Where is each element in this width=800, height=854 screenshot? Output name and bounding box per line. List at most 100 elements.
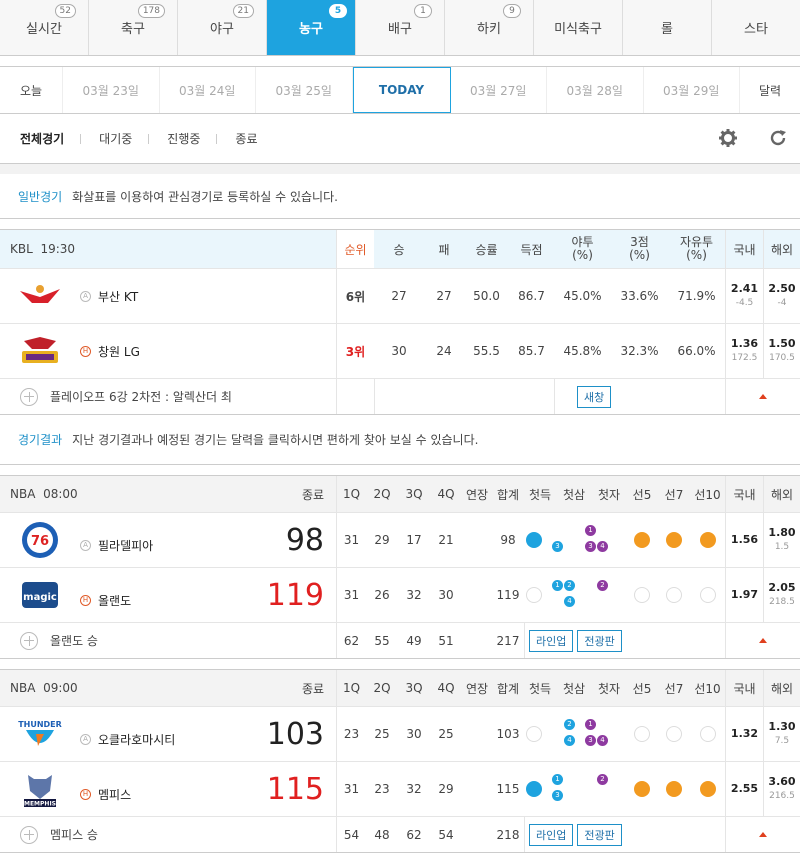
team-name[interactable]: 올랜도 [98, 592, 131, 609]
score-ot [462, 568, 492, 622]
svg-text:magic: magic [23, 592, 57, 603]
team-name[interactable]: 창원 LG [98, 343, 140, 360]
game-nba-1: NBA 08:00 종료 1Q 2Q 3Q 4Q 연장 합계 첫득 첫삼 첫자 … [0, 475, 800, 659]
score-total: 103 [496, 727, 520, 741]
team-ft: 71.9% [677, 289, 716, 303]
filter-waiting[interactable]: 대기중 [99, 130, 132, 147]
notice-text: 지난 경기결과나 예정된 경기는 달력을 클릭하시면 편하게 찾아 보실 수 있… [72, 433, 479, 447]
col-loss: 패 [438, 242, 450, 257]
date-item[interactable]: 03월 25일 [256, 67, 353, 113]
date-item[interactable]: 03월 28일 [547, 67, 644, 113]
arrow-up-icon[interactable] [759, 394, 767, 399]
tab-football[interactable]: 미식축구 [534, 0, 623, 55]
home-icon: H [80, 594, 91, 606]
filter-all[interactable]: 전체경기 [20, 130, 64, 147]
first-point-marker [526, 781, 542, 797]
odds-domestic[interactable]: 1.97 [725, 568, 763, 622]
marker-4: 4 [597, 541, 608, 552]
game-header: NBA 08:00 종료 1Q 2Q 3Q 4Q 연장 합계 첫득 첫삼 첫자 … [0, 476, 800, 512]
marker-4: 4 [564, 735, 575, 746]
col-win: 승 [393, 242, 405, 257]
date-item[interactable]: 03월 23일 [63, 67, 160, 113]
tab-volleyball[interactable]: 배구 1 [356, 0, 445, 55]
team-name[interactable]: 멤피스 [98, 786, 131, 803]
game-time: 08:00 [43, 487, 78, 501]
odds-overseas[interactable]: 1.80 1.5 [763, 513, 800, 567]
lineup-button[interactable]: 라인업 [529, 823, 574, 846]
score-q4: 29 [438, 782, 454, 796]
game-result: 멤피스 승 [50, 828, 98, 842]
marker-2: 2 [564, 719, 575, 730]
score-q2: 25 [374, 727, 390, 741]
scoreboard-button[interactable]: 전광판 [577, 823, 622, 846]
odds-domestic[interactable]: 1.32 [725, 707, 763, 761]
arrow-up-icon[interactable] [759, 832, 767, 837]
odds-overseas[interactable]: 2.50 -4 [763, 269, 800, 323]
scoreboard-button[interactable]: 전광판 [577, 629, 622, 652]
odds-overseas[interactable]: 1.30 7.5 [763, 707, 800, 761]
date-item[interactable]: 03월 29일 [644, 67, 740, 113]
team-logo-grizzlies: MEMPHIS [0, 762, 80, 816]
score-q3: 17 [406, 533, 422, 547]
final-score: 98 [285, 522, 324, 558]
score-q1: 31 [336, 513, 366, 567]
first-stats: 2 4 1 3 4 [524, 707, 626, 761]
game-result: 올랜도 승 [50, 634, 98, 648]
team-row: 76 A 필라델피아 98 31 29 17 21 98 3 1 3 4 1.56… [0, 512, 800, 567]
score-ot [462, 707, 492, 761]
team-name[interactable]: 오클라호마시티 [98, 731, 175, 748]
lineup-button[interactable]: 라인업 [529, 629, 574, 652]
odds-domestic[interactable]: 2.41 -4.5 [725, 269, 763, 323]
odds-domestic[interactable]: 1.56 [725, 513, 763, 567]
date-today-link[interactable]: 오늘 [0, 67, 63, 113]
team-rate: 50.0 [473, 289, 500, 303]
basketball-icon [20, 825, 38, 844]
marker-3: 3 [552, 790, 563, 801]
team-logo-kt [0, 269, 80, 323]
odds-domestic[interactable]: 1.36 172.5 [725, 324, 763, 378]
odds-overseas[interactable]: 1.50 170.5 [763, 324, 800, 378]
score-q4: 30 [438, 588, 454, 602]
date-item[interactable]: 03월 27일 [451, 67, 547, 113]
tab-starcraft[interactable]: 스타 [712, 0, 800, 55]
score-q3: 30 [406, 727, 422, 741]
basketball-icon [20, 631, 38, 650]
marker-1: 1 [585, 719, 596, 730]
team-logo-magic: magic [0, 568, 80, 622]
marker-4: 4 [564, 596, 575, 607]
col-overseas: 해외 [763, 230, 800, 268]
tab-soccer[interactable]: 축구 178 [89, 0, 178, 55]
date-item-today[interactable]: TODAY [352, 67, 451, 113]
home-icon: H [80, 788, 91, 800]
tab-baseball[interactable]: 야구 21 [178, 0, 267, 55]
col-points: 득점 [520, 242, 543, 257]
team-loss: 24 [436, 344, 452, 358]
arrow-up-icon[interactable] [759, 638, 767, 643]
team-name[interactable]: 필라델피아 [98, 537, 153, 554]
tab-basketball[interactable]: 농구 5 [267, 0, 356, 55]
team-fg3: 33.6% [620, 289, 659, 303]
filter-playing[interactable]: 진행중 [167, 130, 200, 147]
odds-overseas[interactable]: 2.05 218.5 [763, 568, 800, 622]
calendar-button[interactable]: 달력 [740, 67, 800, 113]
team-row: A 부산 KT 6위 27 27 50.0 86.7 45.0% 33.6% 71… [0, 268, 800, 323]
date-item[interactable]: 03월 24일 [160, 67, 256, 113]
team-name[interactable]: 부산 KT [98, 288, 138, 305]
svg-text:MEMPHIS: MEMPHIS [24, 801, 56, 808]
team-rate: 55.5 [473, 344, 500, 358]
gear-icon[interactable] [718, 128, 738, 148]
tab-hockey[interactable]: 하키 9 [445, 0, 534, 55]
odds-overseas[interactable]: 3.60 216.5 [763, 762, 800, 816]
notice-text: 화살표를 이용하여 관심경기로 등록하실 수 있습니다. [72, 189, 338, 204]
team-fg2: 45.8% [563, 344, 602, 358]
odds-domestic[interactable]: 2.55 [725, 762, 763, 816]
tab-lol[interactable]: 롤 [623, 0, 712, 55]
score-total: 98 [500, 533, 516, 547]
final-score: 103 [266, 716, 324, 752]
league-name: NBA [10, 487, 36, 501]
new-window-button[interactable]: 새창 [577, 385, 612, 408]
tab-live[interactable]: 실시간 52 [0, 0, 89, 55]
to7-marker [666, 781, 682, 797]
refresh-icon[interactable] [768, 128, 788, 148]
filter-ended[interactable]: 종료 [235, 130, 257, 147]
